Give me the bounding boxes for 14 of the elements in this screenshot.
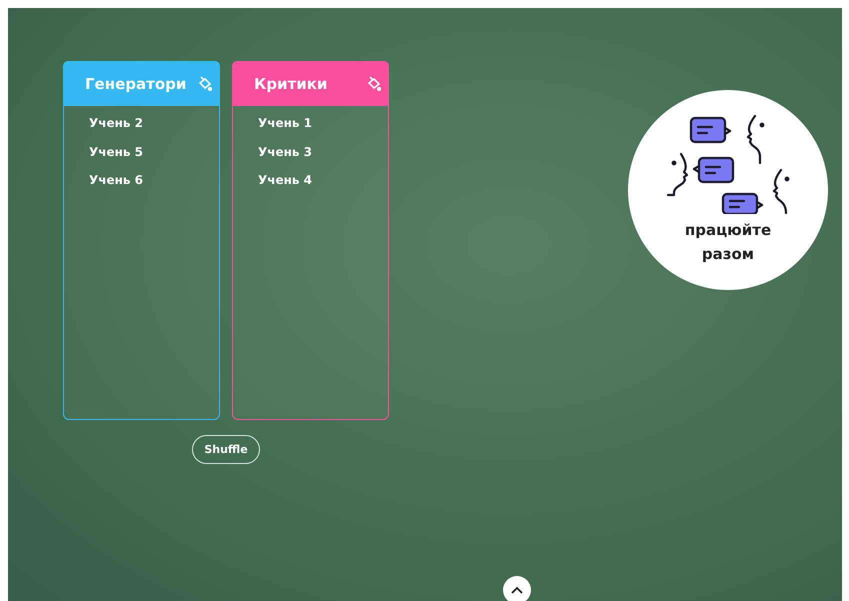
student-name[interactable]: Учень 3 <box>258 142 388 171</box>
group-title: Критики <box>254 74 328 92</box>
chevron-up-icon <box>511 586 523 594</box>
scroll-up-button[interactable] <box>503 576 531 601</box>
shuffle-button[interactable]: Shuffle <box>192 435 260 464</box>
student-name[interactable]: Учень 4 <box>258 171 388 200</box>
student-name[interactable]: Учень 1 <box>258 114 388 142</box>
group-title: Генератори <box>85 74 186 92</box>
student-name[interactable]: Учень 2 <box>89 114 219 142</box>
badge-caption: працюйте разом <box>684 220 772 265</box>
paint-bucket-icon[interactable] <box>198 76 212 91</box>
student-name[interactable]: Учень 6 <box>89 171 219 200</box>
paint-bucket-icon[interactable] <box>367 76 381 91</box>
student-name[interactable]: Учень 5 <box>89 142 219 171</box>
